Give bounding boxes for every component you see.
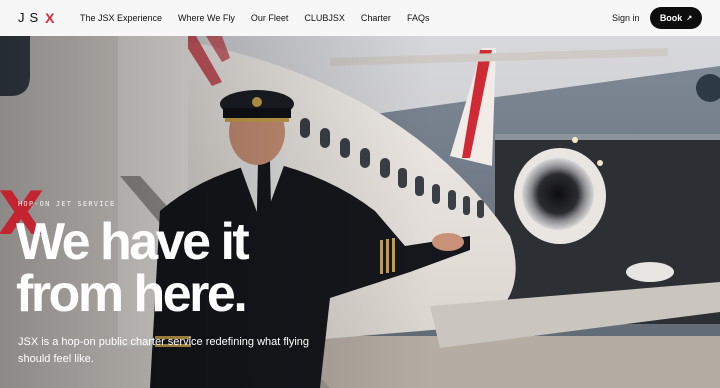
main-nav-links: The JSX Experience Where We Fly Our Flee…	[80, 0, 445, 36]
hero-headline: We have it from here.	[16, 216, 356, 320]
book-label: Book	[659, 13, 683, 23]
arrow-up-right-icon: ↗	[686, 15, 693, 22]
book-button[interactable]: Book ↗	[650, 7, 702, 29]
logo-text: JS	[18, 10, 44, 25]
top-nav: JS X The JSX Experience Where We Fly Our…	[0, 0, 720, 36]
hero-section: X HOP-ON JET SERVICE We have it from her…	[0, 36, 720, 388]
nav-link-fleet[interactable]: Our Fleet	[251, 13, 289, 23]
sign-in-link[interactable]: Sign in	[612, 13, 640, 23]
jsx-logo[interactable]: JS X	[18, 10, 55, 25]
logo-x-mark: X	[45, 9, 55, 26]
hero-headline-line-2: from here.	[16, 265, 248, 323]
hero-headline-line-1: We have it	[16, 213, 250, 271]
hero-eyebrow: HOP-ON JET SERVICE	[18, 200, 116, 208]
hero-subtext: JSX is a hop-on public charter service r…	[18, 336, 310, 365]
nav-link-faqs[interactable]: FAQs	[407, 13, 430, 23]
nav-link-clubjsx[interactable]: CLUBJSX	[304, 13, 345, 23]
nav-link-where-we-fly[interactable]: Where We Fly	[178, 13, 235, 23]
nav-link-experience[interactable]: The JSX Experience	[80, 13, 162, 23]
nav-link-charter[interactable]: Charter	[361, 13, 391, 23]
